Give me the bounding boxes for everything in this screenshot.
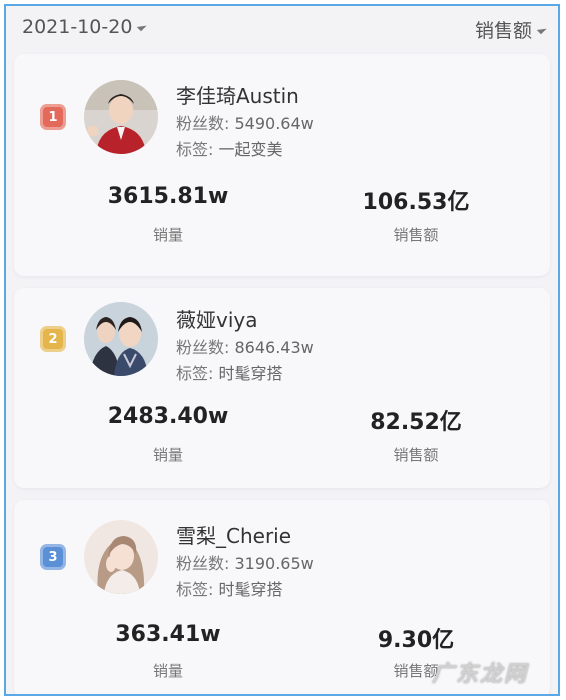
sort-label: 销售额: [474, 20, 532, 42]
fans-label: 粉丝数:: [176, 554, 230, 573]
sales-volume-label: 销量: [152, 226, 183, 244]
tag-label: 标签:: [176, 364, 214, 383]
sales-amount-label: 销售额: [393, 446, 439, 464]
ranking-card[interactable]: 1 李佳琦Austin 粉丝数: 5490.64w 标签: 一起变美 3615.…: [14, 54, 550, 276]
sales-volume-label: 销量: [152, 662, 183, 680]
tag-label: 标签:: [176, 580, 214, 599]
person-avatar-icon: [84, 80, 158, 154]
fans-label: 粉丝数:: [176, 338, 230, 357]
fans-label: 粉丝数:: [176, 114, 230, 133]
person-avatar-icon: [84, 520, 158, 594]
fans-value: 3190.65w: [234, 554, 314, 573]
avatar[interactable]: [84, 520, 158, 594]
influencer-name[interactable]: 薇娅viya: [176, 304, 257, 333]
fans-count: 粉丝数: 8646.43w: [176, 334, 314, 358]
sales-amount-value: 106.53亿: [362, 190, 470, 215]
avatar[interactable]: [84, 302, 158, 376]
person-avatar-icon: [84, 302, 158, 376]
fans-value: 8646.43w: [234, 338, 314, 357]
screenshot-frame: 2021-10-20 销售额 1 李佳琦Austin 粉丝数: 5490.64w: [4, 4, 560, 696]
sales-volume-label: 销量: [152, 446, 183, 464]
tag-value: 一起变美: [218, 140, 283, 159]
sales-volume-value: 3615.81w: [107, 184, 229, 209]
date-label: 2021-10-20: [22, 16, 133, 38]
sales-volume-value: 2483.40w: [107, 404, 229, 429]
tag-label: 标签:: [176, 140, 214, 159]
rank-badge: 2: [40, 326, 66, 352]
rank-badge: 3: [40, 544, 66, 570]
influencer-name[interactable]: 雪梨_Cherie: [176, 520, 291, 549]
avatar[interactable]: [84, 80, 158, 154]
sales-volume-value: 363.41w: [115, 622, 221, 647]
dropdown-triangle-icon: [536, 23, 547, 34]
influencer-name[interactable]: 李佳琦Austin: [176, 80, 299, 109]
ranking-card[interactable]: 2 薇娅viya 粉丝数: 8646.43w 标签: 时髦穿搭 2483.40w…: [14, 288, 550, 488]
tag-value: 时髦穿搭: [218, 364, 283, 383]
fans-count: 粉丝数: 3190.65w: [176, 550, 314, 574]
rank-badge: 1: [40, 104, 66, 130]
sales-amount-label: 销售额: [393, 226, 439, 244]
dropdown-triangle-icon: [137, 21, 148, 32]
tag-row: 标签: 时髦穿搭: [176, 576, 283, 600]
sort-selector[interactable]: 销售额: [474, 16, 547, 43]
watermark: 广东龙网: [431, 662, 528, 687]
date-selector[interactable]: 2021-10-20: [22, 16, 148, 38]
top-bar: 2021-10-20 销售额: [6, 6, 558, 52]
fans-value: 5490.64w: [234, 114, 314, 133]
tag-row: 标签: 时髦穿搭: [176, 360, 283, 384]
sales-amount-value: 9.30亿: [377, 628, 455, 653]
sales-amount-value: 82.52亿: [370, 410, 462, 435]
tag-value: 时髦穿搭: [218, 580, 283, 599]
tag-row: 标签: 一起变美: [176, 136, 283, 160]
fans-count: 粉丝数: 5490.64w: [176, 110, 314, 134]
